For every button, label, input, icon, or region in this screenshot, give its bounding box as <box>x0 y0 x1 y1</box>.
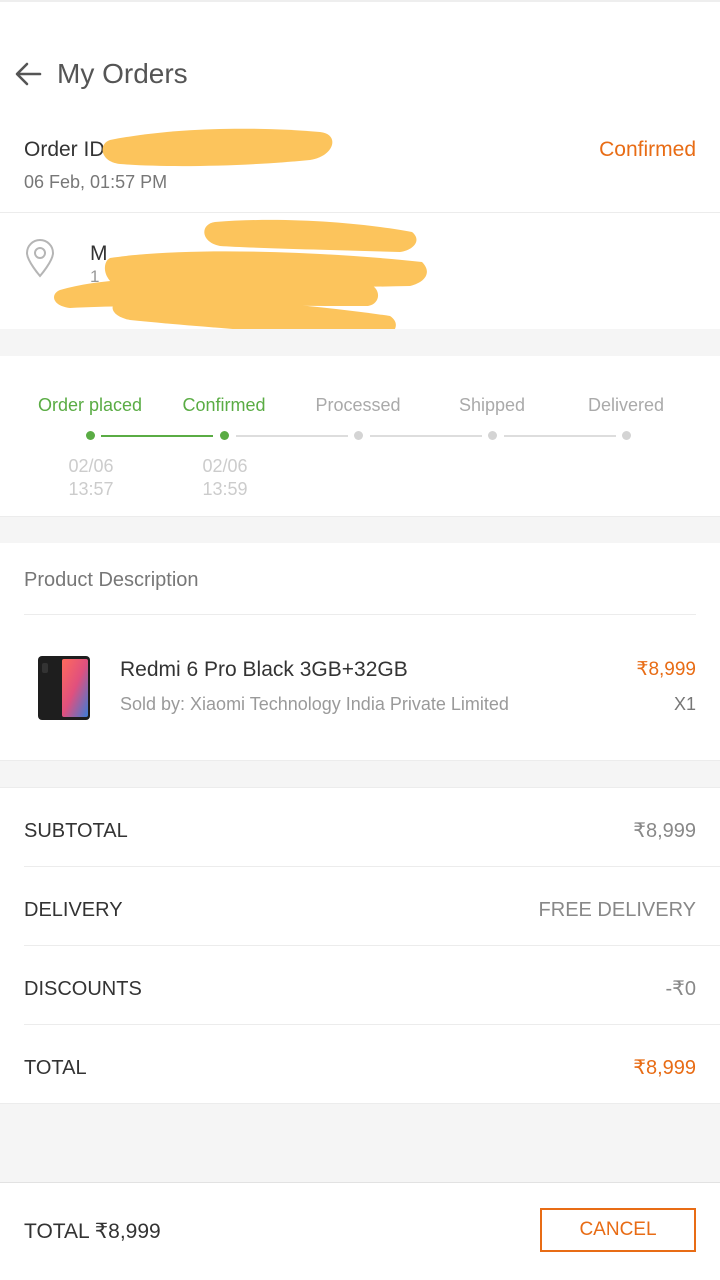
timeline-connector <box>101 435 213 437</box>
total-value: ₹8,999 <box>633 1057 696 1079</box>
timeline-step-order-placed: Order placed <box>37 395 143 415</box>
product-image <box>36 655 92 721</box>
timeline-connector <box>504 435 616 437</box>
product-name[interactable]: Redmi 6 Pro Black 3GB+32GB <box>120 656 408 684</box>
divider <box>24 1024 720 1025</box>
product-seller: Sold by: Xiaomi Technology India Private… <box>120 694 509 714</box>
timeline-dot <box>220 431 229 440</box>
timeline-step-confirmed: Confirmed <box>182 395 266 415</box>
product-description-title: Product Description <box>24 569 199 591</box>
order-status: Confirmed <box>599 138 696 161</box>
address-line: 1 <box>90 267 100 286</box>
divider <box>24 945 720 946</box>
timeline-time: 13:59 <box>202 479 248 499</box>
delivery-value: FREE DELIVERY <box>538 899 696 921</box>
cancel-button[interactable]: CANCEL <box>540 1208 696 1252</box>
timeline-step-shipped: Shipped <box>458 395 526 415</box>
footer-border <box>0 1182 720 1183</box>
section-gap <box>0 329 720 356</box>
section-gap <box>0 517 720 543</box>
timeline-step-delivered: Delivered <box>587 395 665 415</box>
address-name: M <box>90 242 108 265</box>
timeline-time: 13:57 <box>68 479 114 499</box>
divider <box>24 866 720 867</box>
divider <box>24 614 696 615</box>
product-price: ₹8,999 <box>636 659 696 680</box>
location-pin-icon <box>24 238 56 278</box>
redaction-overlay <box>54 128 427 338</box>
delivery-label: DELIVERY <box>24 899 123 921</box>
total-label: TOTAL <box>24 1057 87 1079</box>
section-gap <box>0 1104 720 1182</box>
discounts-label: DISCOUNTS <box>24 978 142 1000</box>
footer-total: TOTAL ₹8,999 <box>24 1220 161 1243</box>
timeline-dot <box>488 431 497 440</box>
timeline-step-processed: Processed <box>315 395 401 415</box>
product-quantity: X1 <box>673 694 696 714</box>
top-border <box>0 0 720 2</box>
subtotal-label: SUBTOTAL <box>24 820 128 842</box>
order-id: Order ID <box>24 138 105 161</box>
back-arrow-icon[interactable] <box>10 56 46 92</box>
order-date: 06 Feb, 01:57 PM <box>24 172 168 192</box>
discounts-value: -₹0 <box>665 978 696 1000</box>
timeline-connector <box>236 435 348 437</box>
timeline-date: 02/06 <box>68 456 114 476</box>
timeline-dot <box>86 431 95 440</box>
subtotal-value: ₹8,999 <box>633 820 696 842</box>
timeline-dot <box>354 431 363 440</box>
address-line: 4 <box>90 291 100 310</box>
section-gap <box>0 761 720 787</box>
page-title: My Orders <box>57 58 188 89</box>
divider <box>0 787 720 788</box>
timeline-dot <box>622 431 631 440</box>
timeline-date: 02/06 <box>202 456 248 476</box>
divider <box>0 212 720 213</box>
timeline-connector <box>370 435 482 437</box>
